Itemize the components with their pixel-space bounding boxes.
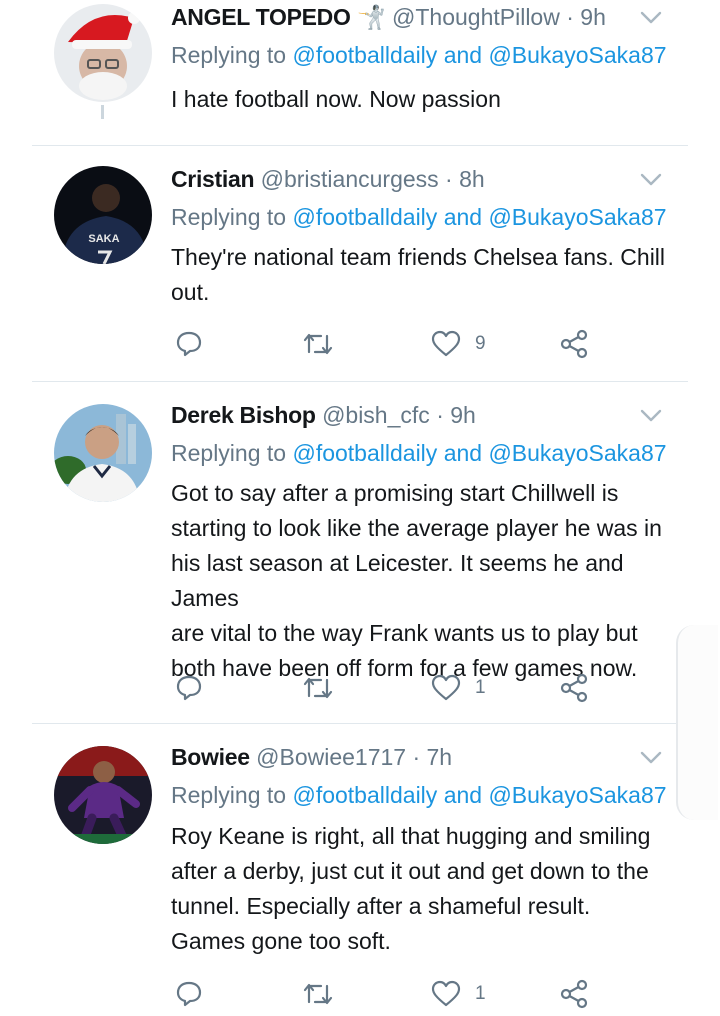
like-count: 9 (475, 333, 486, 354)
handle[interactable]: @ThoughtPillow (392, 4, 560, 30)
retweet-button[interactable] (301, 976, 335, 1012)
avatar[interactable] (54, 404, 152, 502)
reply-button[interactable] (175, 326, 203, 362)
avatar[interactable]: SAKA (54, 166, 152, 264)
retweet-button[interactable] (301, 326, 335, 362)
retweet-icon (303, 983, 333, 1005)
share-icon (560, 673, 588, 703)
chevron-down-icon[interactable] (640, 409, 662, 423)
display-name[interactable]: Cristian (171, 166, 255, 192)
replying-to: Replying to @footballdaily and @BukayoSa… (171, 204, 667, 230)
like-count: 1 (475, 983, 486, 1004)
timestamp[interactable]: · 9h (436, 402, 476, 428)
reply-button[interactable] (175, 670, 203, 706)
chevron-down-icon[interactable] (640, 173, 662, 187)
handle[interactable]: @bish_cfc (322, 402, 430, 428)
mention-link[interactable]: @footballdaily (292, 440, 437, 466)
like-button[interactable]: 1 (431, 670, 486, 706)
mention-link[interactable]: @BukayoSaka87 (488, 42, 666, 68)
timestamp[interactable]: · 9h (566, 4, 606, 30)
retweet-button[interactable] (301, 670, 335, 706)
display-name[interactable]: ANGEL TOPEDO (171, 4, 351, 30)
tweet-text: I hate football now. Now passion (171, 86, 501, 112)
retweet-icon (303, 677, 333, 699)
reply-icon (176, 675, 202, 701)
like-icon (431, 980, 461, 1007)
mention-link[interactable]: @BukayoSaka87 (488, 204, 666, 230)
mention-link[interactable]: @BukayoSaka87 (488, 782, 666, 808)
share-icon (560, 329, 588, 359)
action-bar: 9 (171, 326, 611, 366)
chevron-down-icon[interactable] (640, 11, 662, 25)
reply-icon (176, 331, 202, 357)
timestamp[interactable]: · 8h (445, 166, 485, 192)
replying-to: Replying to @footballdaily and @BukayoSa… (171, 42, 667, 68)
share-button[interactable] (559, 326, 589, 362)
tweet[interactable]: SAKA Cristian @bristiancurgess · 8h Repl… (0, 146, 688, 382)
replying-to: Replying to @footballdaily and @BukayoSa… (171, 782, 667, 808)
avatar[interactable] (54, 4, 152, 102)
tweet-header: ANGEL TOPEDO 🤺 @ThoughtPillow · 9h (171, 4, 606, 31)
display-name[interactable]: Bowiee (171, 744, 250, 770)
tweet-text: Roy Keane is right, all that hugging and… (171, 823, 651, 954)
avatar[interactable] (54, 746, 152, 844)
tweet-text: They're national team friends Chelsea fa… (171, 244, 666, 305)
handle[interactable]: @bristiancurgess (261, 166, 439, 192)
action-bar: 1 (171, 976, 611, 1016)
mention-link[interactable]: @BukayoSaka87 (488, 440, 666, 466)
like-button[interactable]: 9 (431, 326, 486, 362)
fencer-emoji: 🤺 (356, 4, 386, 30)
like-button[interactable]: 1 (431, 976, 486, 1012)
tweet-text: Got to say after a promising start Chill… (171, 480, 662, 681)
tweet-header: Bowiee @Bowiee1717 · 7h (171, 744, 452, 771)
action-bar: 1 (171, 670, 611, 710)
display-name[interactable]: Derek Bishop (171, 402, 316, 428)
replying-to: Replying to @footballdaily and @BukayoSa… (171, 440, 667, 466)
like-icon (431, 330, 461, 357)
retweet-icon (303, 333, 333, 355)
tweet[interactable]: ANGEL TOPEDO 🤺 @ThoughtPillow · 9h Reply… (0, 0, 688, 145)
jersey-text: SAKA (88, 233, 119, 245)
tweet[interactable]: Derek Bishop @bish_cfc · 9h Replying to … (0, 382, 688, 724)
reply-button[interactable] (175, 976, 203, 1012)
tweet-header: Derek Bishop @bish_cfc · 9h (171, 402, 476, 429)
mention-link[interactable]: @footballdaily (292, 204, 437, 230)
chevron-down-icon[interactable] (640, 751, 662, 765)
reply-icon (176, 981, 202, 1007)
tweet[interactable]: Bowiee @Bowiee1717 · 7h Replying to @foo… (0, 724, 688, 1009)
mention-link[interactable]: @footballdaily (292, 782, 437, 808)
timestamp[interactable]: · 7h (412, 744, 452, 770)
handle[interactable]: @Bowiee1717 (256, 744, 406, 770)
share-button[interactable] (559, 670, 589, 706)
thread-line (101, 105, 104, 119)
like-icon (431, 674, 461, 701)
scroll-handle[interactable] (676, 625, 718, 820)
share-button[interactable] (559, 976, 589, 1012)
tweet-header: Cristian @bristiancurgess · 8h (171, 166, 485, 193)
like-count: 1 (475, 677, 486, 698)
mention-link[interactable]: @footballdaily (292, 42, 437, 68)
